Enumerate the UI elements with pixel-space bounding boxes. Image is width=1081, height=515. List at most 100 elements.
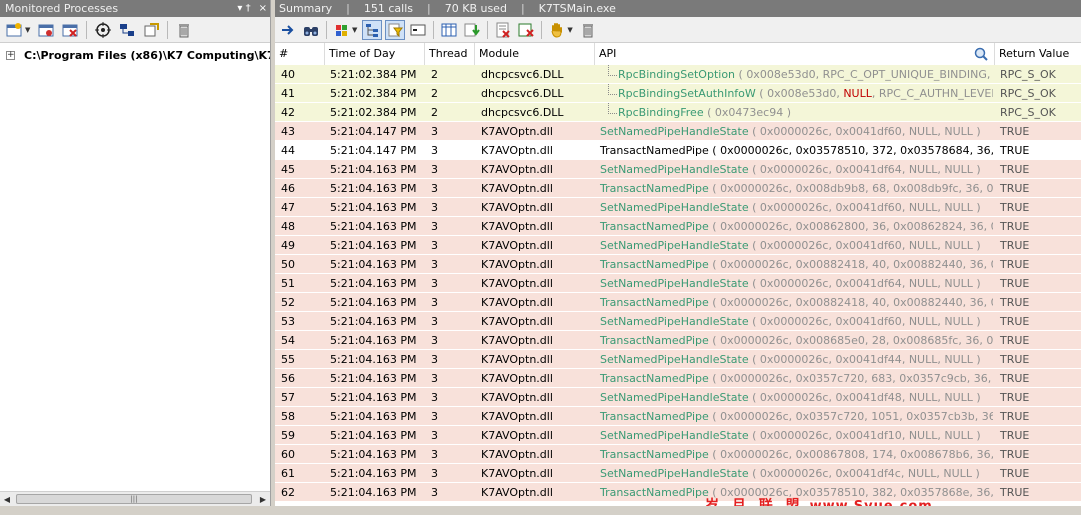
api-call-cell: SetNamedPipeHandleState ( 0x0000026c, 0x… [597,312,993,331]
process-tree-icon[interactable] [117,20,137,40]
toolbar-separator [541,20,543,39]
search-icon[interactable] [974,47,988,61]
column-header-return[interactable]: Return Value [995,43,1081,65]
chevron-down-icon[interactable]: ▼ [567,26,572,34]
table-row[interactable]: 41 5:21:02.384 PM 2 dhcpcsvc6.DLL RpcBinding… [275,84,1081,103]
export-icon[interactable] [462,20,482,40]
excel-icon[interactable] [516,20,536,40]
api-arg-separator: , [990,486,993,499]
api-argument: 36 [965,334,980,347]
table-row[interactable]: 60 5:21:04.163 PM 3 K7AVOptn.dll TransactNam… [275,445,1081,464]
api-argument: 0x0000026c [759,277,829,290]
api-args-open: ( [708,258,721,271]
table-row[interactable]: 43 5:21:04.147 PM 3 K7AVOptn.dll SetNamedPip… [275,122,1081,141]
table-row[interactable]: 49 5:21:04.163 PM 3 K7AVOptn.dll SetNamedPip… [275,236,1081,255]
table-row[interactable]: 52 5:21:04.163 PM 3 K7AVOptn.dll TransactNam… [275,293,1081,312]
api-argument: 36 [976,486,991,499]
table-row[interactable]: 45 5:21:04.163 PM 3 K7AVOptn.dll SetNamedPip… [275,160,1081,179]
find-icon[interactable] [301,20,321,40]
time-of-day-cell: 5:21:04.147 PM [330,125,417,138]
api-argument: NULL [944,125,973,138]
filter-icon[interactable] [385,19,406,40]
table-row[interactable]: 46 5:21:04.163 PM 3 K7AVOptn.dll TransactNam… [275,179,1081,198]
column-header-thread[interactable]: Thread [425,43,475,65]
api-arg-separator: , [966,372,974,385]
delete-icon[interactable] [578,20,598,40]
api-call-cell: TransactNamedPipe ( 0x0000026c, 0x008628… [597,217,993,236]
column-header-module[interactable]: Module [475,43,595,65]
clear-log-icon[interactable] [493,20,513,40]
monitor-new-process-icon[interactable] [4,20,24,40]
scroll-right-icon[interactable]: ▶ [256,492,270,506]
api-argument: 0x0041df64 [835,163,902,176]
toolbar-separator [487,20,489,39]
table-row[interactable]: 55 5:21:04.163 PM 3 K7AVOptn.dll SetNamedPip… [275,350,1081,369]
color-highlight-icon[interactable] [332,20,352,40]
horizontal-scrollbar[interactable]: ◀ ||| ▶ [0,491,270,506]
delete-icon[interactable] [174,20,194,40]
pane-close-icon[interactable]: × [259,0,267,17]
column-header-time[interactable]: Time of Day [325,43,425,65]
table-row[interactable]: 57 5:21:04.163 PM 3 K7AVOptn.dll SetNamedPip… [275,388,1081,407]
time-of-day-cell: 5:21:04.163 PM [330,429,417,442]
table-row[interactable]: 62 5:21:04.163 PM 3 K7AVOptn.dll TransactNam… [275,483,1081,502]
table-row[interactable]: 44 5:21:04.147 PM 3 K7AVOptn.dll TransactNam… [275,141,1081,160]
table-row[interactable]: 42 5:21:02.384 PM 2 dhcpcsvc6.DLL RpcBinding… [275,103,1081,122]
process-properties-icon[interactable] [141,20,161,40]
api-args-close: ) [972,391,981,404]
table-view-icon[interactable] [439,20,459,40]
table-row[interactable]: 47 5:21:04.163 PM 3 K7AVOptn.dll SetNamedPip… [275,198,1081,217]
column-header-api[interactable]: API [595,43,995,65]
api-argument: NULL [908,239,938,252]
tree-view-icon[interactable] [362,19,383,40]
module-cell: dhcpcsvc6.DLL [481,68,564,81]
table-row[interactable]: 54 5:21:04.163 PM 3 K7AVOptn.dll TransactNam… [275,331,1081,350]
stop-monitoring-icon[interactable] [60,20,80,40]
api-function-name: SetNamedPipeHandleState [600,429,749,442]
module-cell: K7AVOptn.dll [481,410,553,423]
api-argument: 0x00882418 [795,296,866,309]
table-row[interactable]: 50 5:21:04.163 PM 3 K7AVOptn.dll TransactNam… [275,255,1081,274]
table-row[interactable]: 58 5:21:04.163 PM 3 K7AVOptn.dll TransactNam… [275,407,1081,426]
console-icon[interactable] [408,20,428,40]
summary-tab[interactable]: Summary [279,0,332,17]
scrollbar-thumb[interactable]: ||| [16,494,252,504]
scroll-left-icon[interactable]: ◀ [0,492,14,506]
module-cell: K7AVOptn.dll [481,201,553,214]
table-row[interactable]: 48 5:21:04.163 PM 3 K7AVOptn.dll TransactNam… [275,217,1081,236]
api-argument: 0x0041df60 [835,201,902,214]
api-args-close: ) [972,277,981,290]
table-row[interactable]: 51 5:21:04.163 PM 3 K7AVOptn.dll SetNamedPip… [275,274,1081,293]
go-to-call-icon[interactable] [278,20,298,40]
api-argument: 0x00867808 [795,448,866,461]
table-row[interactable]: 53 5:21:04.163 PM 3 K7AVOptn.dll SetNamedPip… [275,312,1081,331]
module-cell: K7AVOptn.dll [481,239,553,252]
table-row[interactable]: 40 5:21:02.384 PM 2 dhcpcsvc6.DLL RpcBinding… [275,65,1081,84]
thread-cell: 3 [431,201,438,214]
api-function-name: SetNamedPipeHandleState [600,201,749,214]
process-tree-item[interactable]: + C:\Program Files (x86)\K7 Computing\K7… [6,47,270,63]
column-header-number[interactable]: # [275,43,325,65]
api-argument: RPC_C_OPT_UNIQUE_BINDING [822,68,987,81]
expand-plus-icon[interactable]: + [6,50,15,60]
api-arg-separator: , [983,296,991,309]
settings-target-icon[interactable] [93,20,113,40]
row-number-cell: 49 [281,239,295,252]
table-row[interactable]: 61 5:21:04.163 PM 3 K7AVOptn.dll SetNamedPip… [275,464,1081,483]
table-row[interactable]: 56 5:21:04.163 PM 3 K7AVOptn.dll TransactNam… [275,369,1081,388]
monitor-running-process-icon[interactable] [36,20,56,40]
api-arg-separator: , [962,296,970,309]
pane-pin-icon[interactable]: ▾ † [237,0,250,17]
api-call-cell: RpcBindingSetAuthInfoW ( 0x008e53d0, NUL… [597,84,993,103]
summary-divider: | [427,2,431,15]
status-strip [0,506,1081,513]
chevron-down-icon[interactable]: ▼ [352,26,357,34]
table-row[interactable]: 59 5:21:04.163 PM 3 K7AVOptn.dll SetNamedPip… [275,426,1081,445]
api-arg-separator: , [983,220,991,233]
return-value-cell: RPC_S_OK [1000,87,1056,100]
row-number-cell: 51 [281,277,295,290]
api-function-name: SetNamedPipeHandleState [600,239,749,252]
hand-pause-icon[interactable] [547,20,567,40]
chevron-down-icon[interactable]: ▼ [25,26,30,34]
api-call-cell: SetNamedPipeHandleState ( 0x0000026c, 0x… [597,198,993,217]
